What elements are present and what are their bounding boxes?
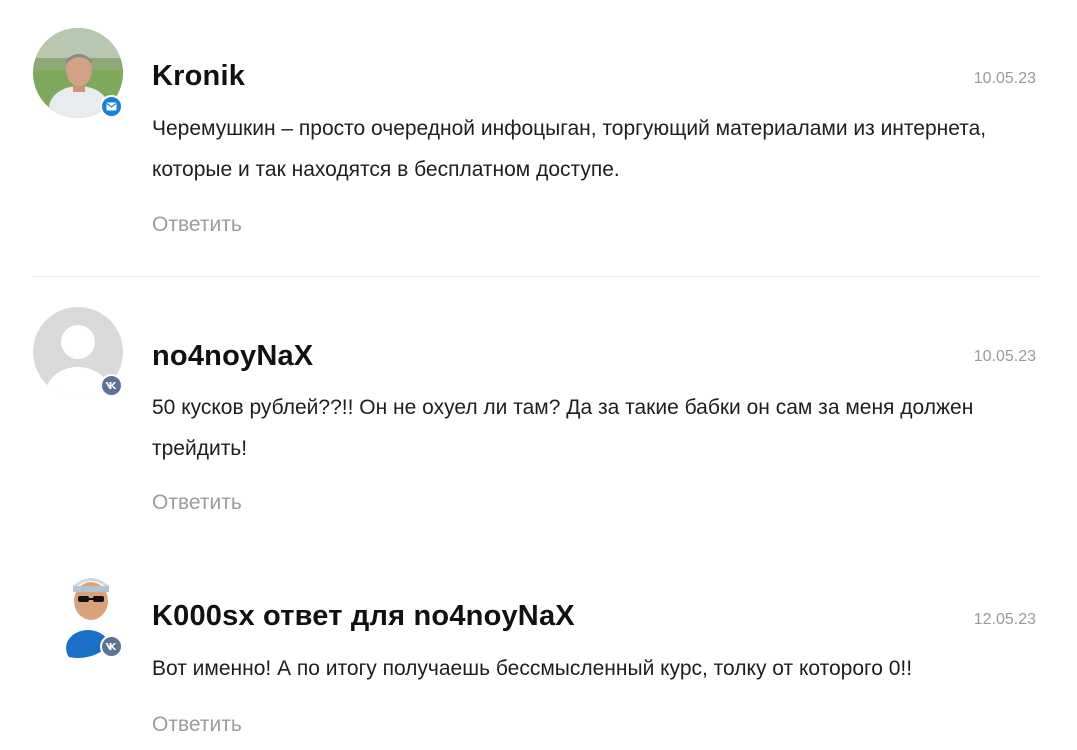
comment-divider <box>33 276 1039 277</box>
reply-button[interactable]: Ответить <box>152 213 242 237</box>
vk-icon <box>100 635 123 658</box>
mail-icon <box>100 95 123 118</box>
comment-date: 10.05.23 <box>973 70 1036 87</box>
reply-button[interactable]: Ответить <box>152 713 242 737</box>
avatar[interactable] <box>33 307 123 397</box>
comment-text: Вот именно! А по итогу получаешь бессмыс… <box>152 657 913 680</box>
comment-author: K000sx ответ для no4noyNaX <box>152 600 575 632</box>
comment-text: Черемушкин – просто очередной инфоцыган,… <box>152 117 987 181</box>
comment-author: no4noyNaX <box>152 340 314 372</box>
comment-date: 10.05.23 <box>973 348 1036 365</box>
avatar[interactable] <box>33 28 123 118</box>
vk-icon <box>100 374 123 397</box>
comment-author: Kronik <box>152 60 246 92</box>
reply-button[interactable]: Ответить <box>152 491 242 515</box>
comment-date: 12.05.23 <box>973 611 1036 628</box>
avatar[interactable] <box>33 568 123 658</box>
comment-text: 50 кусков рублей??!! Он не охуел ли там?… <box>152 396 974 460</box>
